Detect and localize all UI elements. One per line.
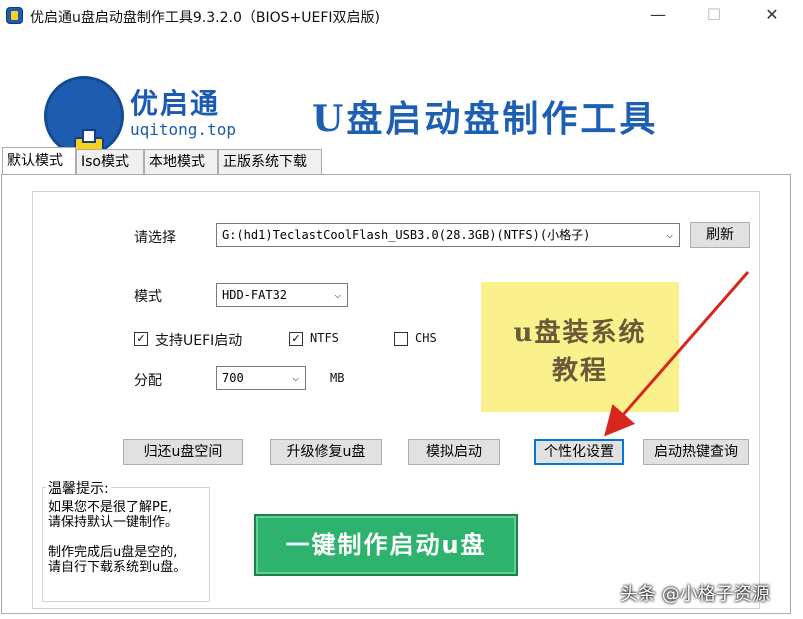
simulate-boot-button[interactable]: 模拟启动: [408, 439, 500, 465]
logo-usb-icon: [44, 76, 124, 179]
tab-genuine-download[interactable]: 正版系统下载: [218, 149, 322, 175]
restore-space-button[interactable]: 归还u盘空间: [123, 439, 243, 465]
alloc-label: 分配: [134, 373, 162, 389]
tips-line: 请保持默认一键制作。: [48, 515, 179, 530]
personalize-button[interactable]: 个性化设置: [534, 439, 624, 465]
select-label: 请选择: [134, 230, 176, 246]
chevron-down-icon: ⌵: [292, 371, 299, 384]
tips-line: 请自行下载系统到u盘。: [48, 560, 187, 575]
title-bar: 优启通u盘启动盘制作工具9.3.2.0（BIOS+UEFI双启版) — ☐ ✕: [0, 0, 803, 32]
chs-label: CHS: [415, 331, 437, 345]
tips-line: 制作完成后u盘是空的,: [48, 545, 178, 560]
ntfs-checkbox[interactable]: ✓: [289, 332, 303, 346]
refresh-button[interactable]: 刷新: [690, 222, 750, 248]
logo-domain: uqitong.top: [130, 120, 236, 139]
alloc-select-value: 700: [222, 371, 244, 385]
alloc-unit: MB: [330, 371, 345, 385]
maximize-button[interactable]: ☐: [691, 0, 737, 32]
uefi-label: 支持UEFI启动: [155, 333, 243, 349]
promo-line-2: 教程: [551, 356, 608, 386]
mode-select[interactable]: HDD-FAT32 ⌵: [216, 283, 348, 307]
tips-title: 温馨提示:: [46, 478, 111, 498]
ntfs-label: NTFS: [310, 331, 339, 345]
watermark: 头条 @小格子资源: [620, 584, 770, 605]
banner-heading: U盘启动盘制作工具: [312, 98, 659, 140]
tab-iso-mode[interactable]: Iso模式: [76, 149, 144, 175]
upgrade-repair-button[interactable]: 升级修复u盘: [270, 439, 382, 465]
device-select-value: G:(hd1)TeclastCoolFlash_USB3.0(28.3GB)(N…: [222, 228, 591, 242]
minimize-button[interactable]: —: [635, 0, 681, 32]
app-icon: [6, 7, 23, 24]
device-select[interactable]: G:(hd1)TeclastCoolFlash_USB3.0(28.3GB)(N…: [216, 223, 680, 247]
promo-sticker: u盘装系统 教程: [481, 282, 679, 412]
logo-brand-name: 优启通: [130, 87, 221, 120]
tab-local-mode[interactable]: 本地模式: [144, 149, 218, 175]
tips-line: 如果您不是很了解PE,: [48, 500, 173, 515]
mode-label: 模式: [134, 289, 162, 305]
tab-default-mode[interactable]: 默认模式: [2, 147, 76, 174]
chevron-down-icon: ⌵: [666, 228, 673, 241]
boot-hotkey-button[interactable]: 启动热键查询: [643, 439, 749, 465]
usb-connector-shape: [82, 129, 96, 143]
mode-select-value: HDD-FAT32: [222, 288, 288, 302]
alloc-select[interactable]: 700 ⌵: [216, 366, 306, 390]
promo-line-1: u盘装系统: [513, 318, 647, 348]
window-title: 优启通u盘启动盘制作工具9.3.2.0（BIOS+UEFI双启版): [30, 10, 380, 26]
make-boot-usb-button[interactable]: 一键制作启动u盘: [254, 514, 518, 576]
chevron-down-icon: ⌵: [334, 288, 341, 301]
chs-checkbox[interactable]: [394, 332, 408, 346]
uefi-checkbox[interactable]: ✓: [134, 332, 148, 346]
close-button[interactable]: ✕: [749, 0, 795, 32]
banner: 优启通 uqitong.top U盘启动盘制作工具: [0, 32, 803, 179]
